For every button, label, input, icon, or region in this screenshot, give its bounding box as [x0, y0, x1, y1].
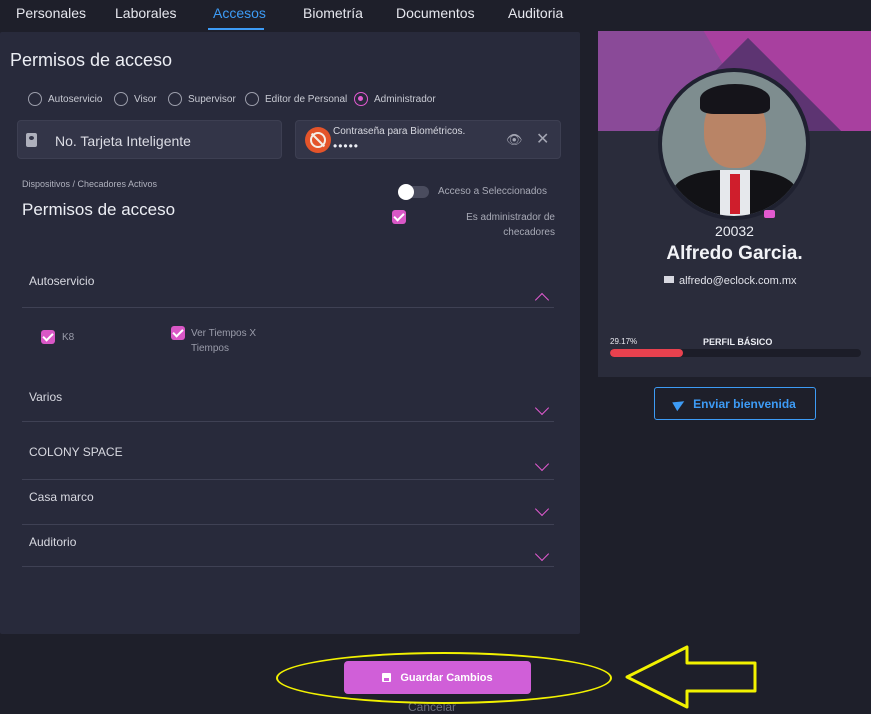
access-permissions-card: Permisos de acceso Autoservicio Visor Su…: [0, 32, 580, 634]
biometric-password-value: •••••: [333, 139, 360, 153]
annotation-arrow-icon: [625, 645, 757, 709]
toggle-label: Acceso a Seleccionados: [438, 186, 547, 197]
employee-name: Alfredo Garcia.: [666, 243, 803, 264]
devices-label: Dispositivos / Checadores Activos: [22, 179, 158, 189]
radio-circle: [354, 92, 368, 106]
tab-personales[interactable]: Personales: [16, 5, 86, 21]
tab-accesos[interactable]: Accesos: [213, 5, 266, 21]
biometric-password-label: Contraseña para Biométricos.: [333, 126, 466, 137]
profile-level: PERFIL BÁSICO: [703, 337, 773, 347]
chevron-up-icon[interactable]: [534, 292, 550, 308]
accordion-title[interactable]: Autoservicio: [29, 274, 94, 288]
id-card-icon: [26, 133, 37, 147]
divider: [22, 307, 554, 308]
radio-circle: [168, 92, 182, 106]
radio-label: Supervisor: [188, 93, 236, 105]
divider: [22, 524, 554, 525]
radio-supervisor[interactable]: Supervisor: [168, 92, 236, 106]
chevron-down-icon[interactable]: [534, 456, 550, 472]
tab-documentos[interactable]: Documentos: [396, 5, 475, 21]
progress-percent: 29.17%: [610, 337, 638, 346]
radio-circle: [28, 92, 42, 106]
biometric-password-field[interactable]: Contraseña para Biométricos. ••••• 👁 ✕: [295, 120, 561, 159]
selected-access-toggle[interactable]: [398, 184, 429, 200]
checkbox-label: K8: [62, 332, 75, 343]
radio-label: Editor de Personal: [265, 93, 348, 105]
tab-laborales[interactable]: Laborales: [115, 5, 177, 21]
radio-visor[interactable]: Visor: [114, 92, 157, 106]
accordion-title[interactable]: Varios: [29, 390, 62, 404]
checkbox-k8[interactable]: [41, 330, 55, 344]
radio-administrador[interactable]: Administrador: [354, 92, 436, 106]
chevron-down-icon[interactable]: [534, 501, 550, 517]
smart-card-field[interactable]: No. Tarjeta Inteligente: [17, 120, 282, 159]
toggle-knob: [398, 184, 414, 200]
camera-icon[interactable]: [764, 210, 775, 218]
radio-circle: [245, 92, 259, 106]
radio-label: Visor: [134, 93, 157, 105]
employee-id: 20032: [715, 223, 754, 239]
no-fingerprint-icon: [305, 127, 331, 153]
chevron-down-icon[interactable]: [534, 546, 550, 562]
checkbox-ver-tiempos[interactable]: [171, 326, 185, 340]
admin-checkbox-label: Es administrador de checadores: [466, 212, 555, 238]
send-welcome-button[interactable]: Enviar bienvenida: [654, 387, 816, 420]
divider: [22, 421, 554, 422]
email-row: alfredo@eclock.com.mx: [664, 275, 797, 287]
page-title: Permisos de acceso: [10, 50, 173, 70]
profile-card: 20032 Alfredo Garcia. alfredo@eclock.com…: [598, 31, 871, 377]
progress-fill: [610, 349, 684, 357]
profile-progress-bar: [610, 349, 861, 357]
section-title: Permisos de acceso: [22, 200, 176, 219]
radio-circle: [114, 92, 128, 106]
divider: [22, 566, 554, 567]
tab-biometria[interactable]: Biometría: [303, 5, 363, 21]
active-tab-indicator: [208, 28, 264, 30]
radio-autoservicio[interactable]: Autoservicio: [28, 92, 102, 106]
employee-email: alfredo@eclock.com.mx: [679, 275, 797, 287]
accordion-title[interactable]: Auditorio: [29, 535, 76, 549]
divider: [22, 479, 554, 480]
radio-label: Autoservicio: [48, 93, 103, 105]
admin-checkbox[interactable]: [392, 210, 406, 224]
send-icon: [672, 396, 687, 411]
accordion-title[interactable]: COLONY SPACE: [29, 445, 123, 459]
tab-bar: Personales Laborales Accesos Biometría D…: [0, 0, 600, 30]
eye-icon[interactable]: 👁: [506, 132, 523, 147]
chevron-down-icon[interactable]: [534, 400, 550, 416]
accordion-title[interactable]: Casa marco: [29, 490, 94, 504]
smart-card-value: No. Tarjeta Inteligente: [55, 133, 191, 149]
radio-editor-personal[interactable]: Editor de Personal: [245, 92, 347, 106]
send-welcome-label: Enviar bienvenida: [693, 396, 796, 411]
highlight-ellipse: [276, 652, 612, 704]
mail-icon: [664, 276, 674, 283]
close-icon[interactable]: ✕: [536, 129, 549, 149]
tab-auditoria[interactable]: Auditoria: [508, 5, 563, 21]
avatar: [658, 68, 810, 220]
radio-label: Administrador: [374, 93, 436, 105]
checkbox-label: Ver Tiempos X Tiempos: [191, 328, 257, 354]
